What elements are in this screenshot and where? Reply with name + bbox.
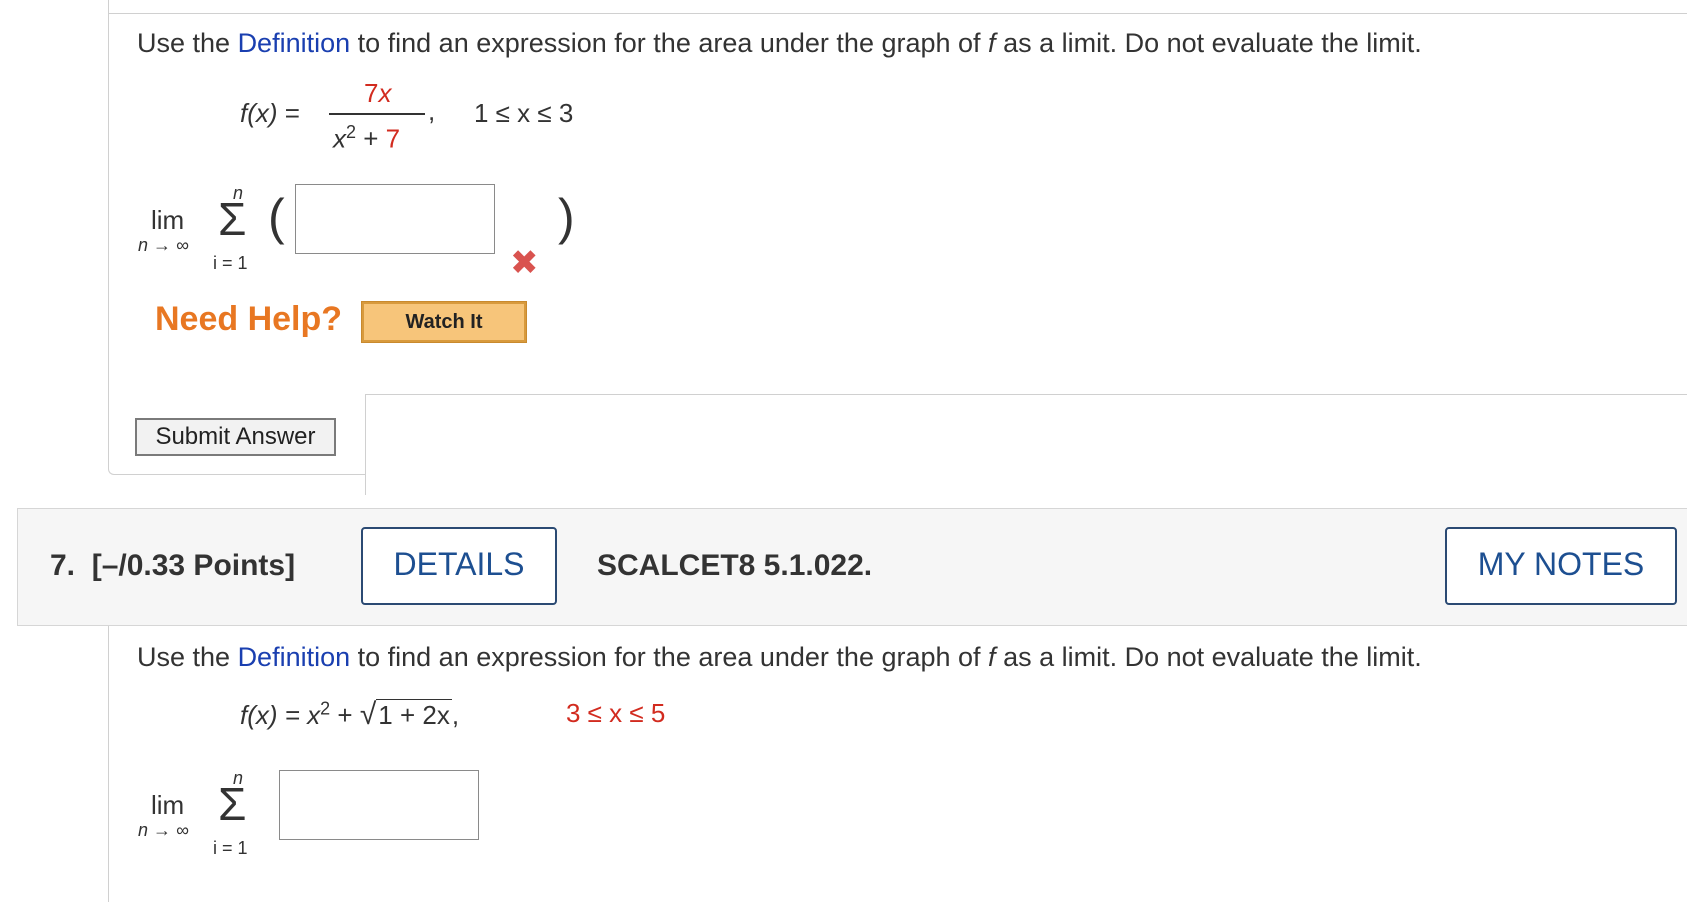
need-help-label: Need Help?	[155, 300, 343, 338]
q7-domain: 3 ≤ x ≤ 5	[566, 698, 666, 728]
q6-domain: 1 ≤ x ≤ 3	[474, 98, 574, 128]
q7-lim: lim	[151, 790, 185, 820]
incorrect-x-icon: ✖	[510, 244, 539, 282]
q6-close-paren: )	[558, 189, 575, 245]
q6-sum-lower: i = 1	[213, 253, 248, 273]
sigma-symbol: Σ	[218, 193, 247, 245]
question-7-body-border	[108, 626, 109, 902]
q7-answer-input[interactable]	[279, 770, 479, 840]
q6-comma: ,	[428, 96, 436, 126]
definition-link[interactable]: Definition	[238, 28, 351, 58]
q7-lim-subscript: n → ∞	[138, 820, 189, 840]
submit-answer-button[interactable]: Submit Answer	[135, 418, 336, 456]
q7-sum-lower: i = 1	[213, 838, 248, 858]
sigma-symbol-q7: Σ	[218, 778, 247, 830]
q6-denominator: x2 + 7	[333, 122, 401, 154]
problem-code: SCALCET8 5.1.022.	[597, 549, 873, 582]
my-notes-button[interactable]: MY NOTES	[1445, 527, 1677, 605]
details-button[interactable]: DETAILS	[361, 527, 557, 605]
question-6-feedback-area	[365, 394, 1687, 495]
q6-function-lhs: f(x) =	[240, 98, 300, 128]
watch-it-button[interactable]: Watch It	[361, 301, 527, 343]
q6-lim: lim	[151, 205, 185, 235]
q6-answer-input[interactable]	[295, 184, 495, 254]
definition-link-q7[interactable]: Definition	[238, 642, 351, 672]
q7-prompt: Use the Definition to find an expression…	[137, 642, 1422, 672]
q6-fraction-bar	[329, 113, 425, 115]
q6-lim-subscript: n → ∞	[138, 235, 189, 255]
q6-numerator: 7x	[364, 78, 392, 108]
q7-function: f(x) = x2 + √1 + 2x,	[240, 698, 460, 731]
question-number: 7. [–/0.33 Points]	[50, 549, 296, 582]
sqrt-symbol: √	[359, 698, 377, 731]
q6-prompt: Use the Definition to find an expression…	[137, 28, 1422, 58]
q6-open-paren: (	[268, 189, 285, 245]
q7-radicand: 1 + 2x	[376, 699, 452, 730]
